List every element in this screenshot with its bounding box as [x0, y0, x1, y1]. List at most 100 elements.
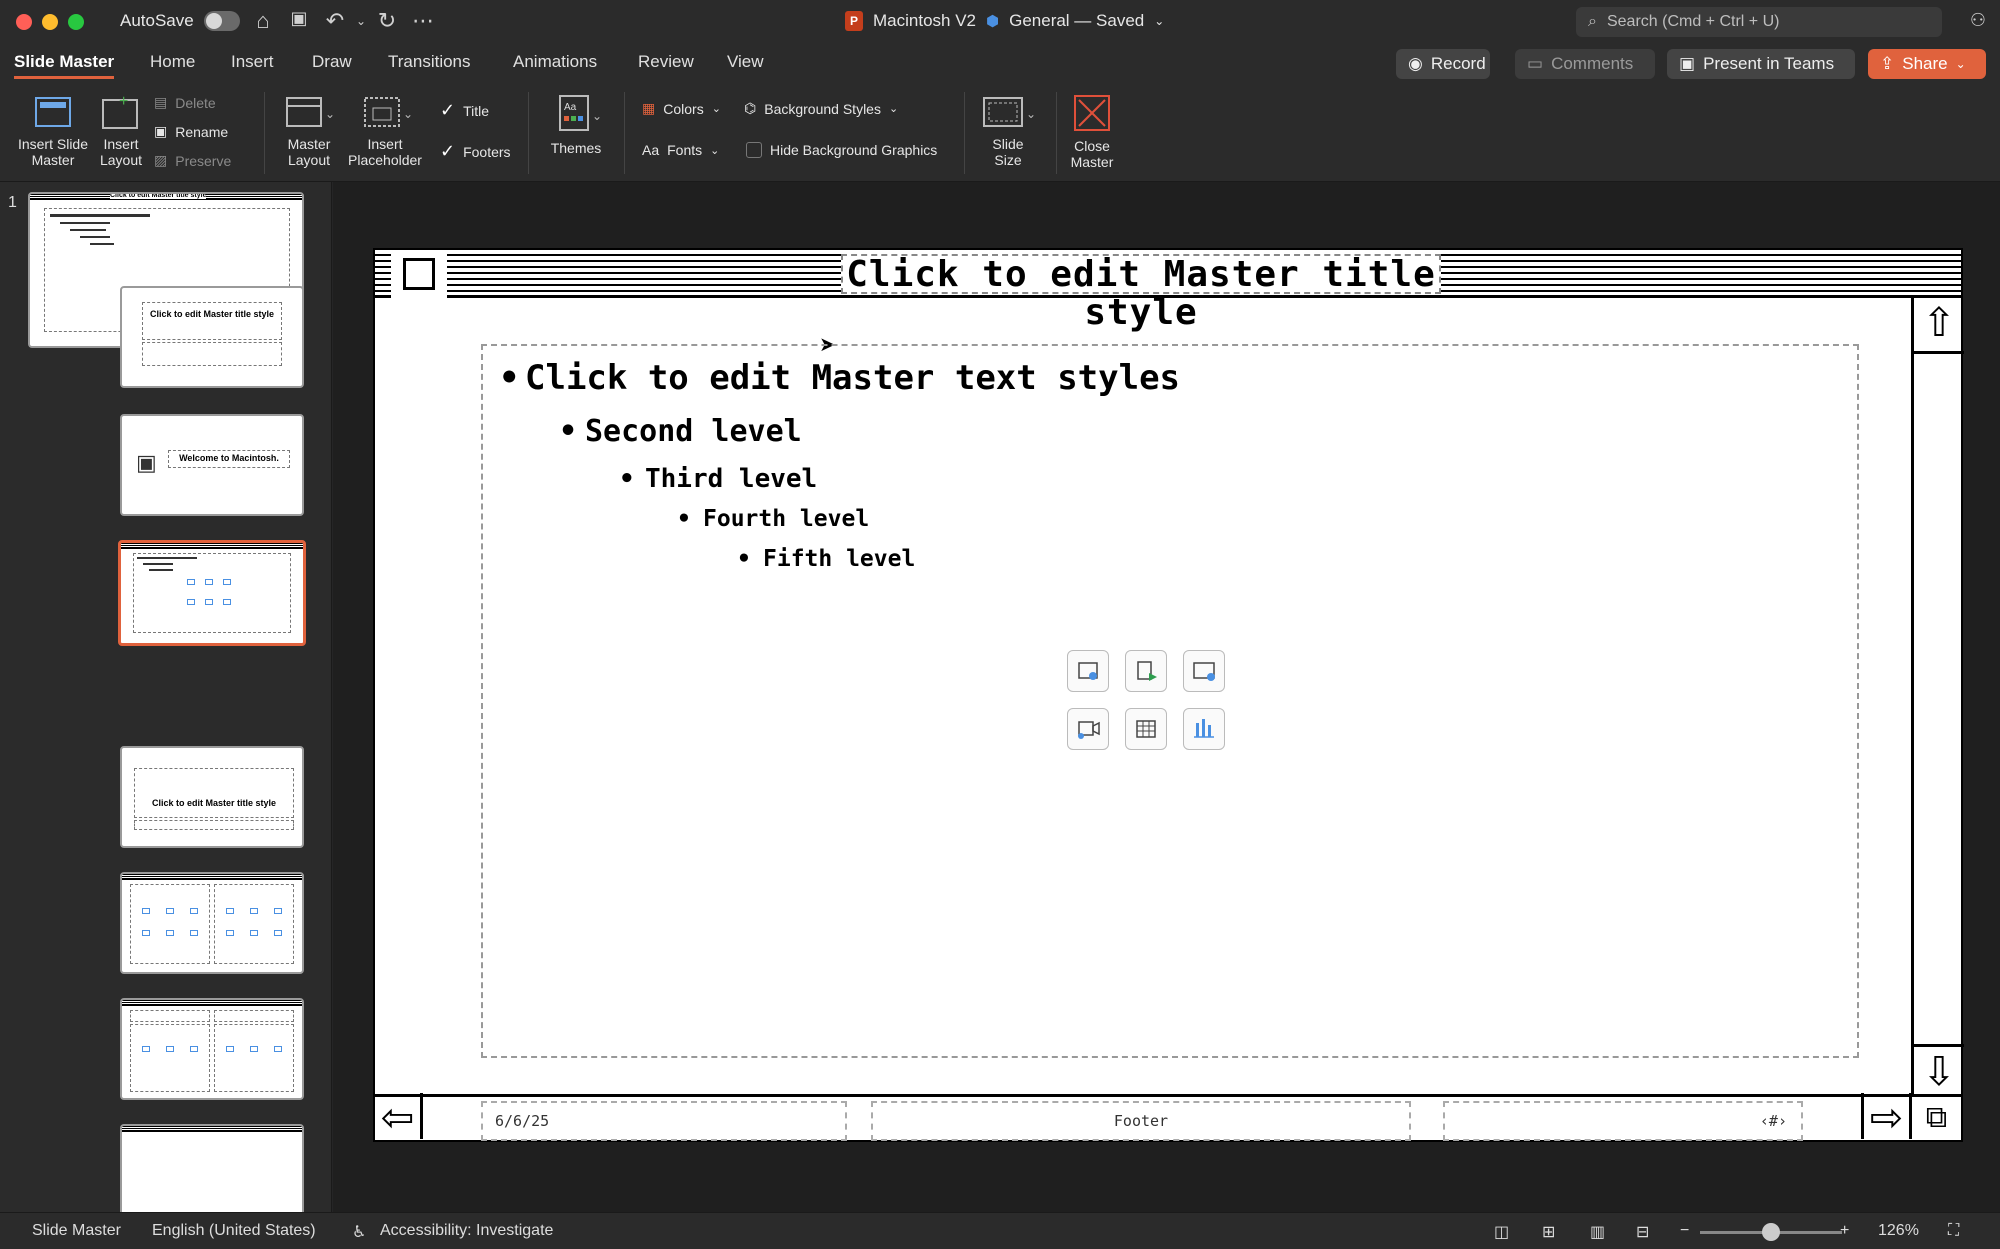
- document-title[interactable]: P Macintosh V2 ⬢ General — Saved ⌄: [845, 11, 1164, 31]
- insert-stock-image-icon[interactable]: [1183, 650, 1225, 692]
- title-checkbox[interactable]: ✓ Title: [440, 100, 489, 121]
- redo-icon[interactable]: ↻: [372, 8, 402, 34]
- master-layout-icon: ⌄: [286, 97, 335, 127]
- tab-insert[interactable]: Insert: [231, 52, 274, 72]
- tab-slide-master[interactable]: Slide Master: [14, 52, 115, 79]
- reading-view-icon[interactable]: ▥: [1590, 1222, 1605, 1242]
- insert-table-icon[interactable]: [1125, 708, 1167, 750]
- fit-to-window-icon[interactable]: ⛶: [1948, 1222, 1959, 1240]
- footer-placeholder[interactable]: Footer: [871, 1101, 1411, 1141]
- zoom-out-icon[interactable]: −: [1680, 1222, 1689, 1240]
- search-input[interactable]: ⌕ Search (Cmd + Ctrl + U): [1576, 7, 1942, 37]
- slide-show-icon[interactable]: ⊟: [1636, 1222, 1649, 1242]
- thumb-content-icon: [166, 908, 174, 914]
- mac-icon: ▣: [136, 450, 157, 475]
- hide-background-graphics-checkbox[interactable]: Hide Background Graphics: [746, 142, 937, 158]
- save-status: General — Saved: [1009, 11, 1145, 30]
- thumb-content-icon: [274, 930, 282, 936]
- share-icon: ⇪: [1880, 54, 1895, 73]
- thumbnail-welcome-slide[interactable]: ▣ Welcome to Macintosh.: [120, 414, 304, 516]
- insert-video-icon[interactable]: [1067, 708, 1109, 750]
- slide-thumbnail-panel[interactable]: 1 Click to edit Master title style Click…: [0, 182, 332, 1212]
- body-placeholder[interactable]: Click to edit Master text styles Second …: [481, 344, 1859, 1058]
- account-icon[interactable]: ⚇: [1970, 10, 1986, 31]
- divider: [624, 92, 625, 174]
- footers-checkbox[interactable]: ✓ Footers: [440, 141, 511, 162]
- colors-dropdown[interactable]: ▦ Colors ⌄: [642, 100, 721, 117]
- title-placeholder[interactable]: Click to edit Master title style: [841, 254, 1441, 332]
- label: Slide: [992, 136, 1024, 152]
- record-icon: ◉: [1408, 54, 1423, 73]
- close-master-button[interactable]: Close Master: [1064, 94, 1120, 170]
- autosave-toggle[interactable]: [203, 11, 240, 31]
- slide-size-button[interactable]: ⌄ Slide Size: [976, 94, 1040, 168]
- thumb-content-icon: [190, 930, 198, 936]
- thumb-content-icon: [250, 930, 258, 936]
- ribbon: Insert Slide Master + Insert Layout ▤ De…: [0, 86, 2000, 182]
- record-button[interactable]: ◉ Record: [1396, 49, 1490, 79]
- zoom-slider-handle[interactable]: [1762, 1223, 1780, 1241]
- save-icon[interactable]: ▣: [284, 8, 314, 29]
- thumbnail-comparison[interactable]: [120, 998, 304, 1100]
- title-bar: AutoSave ⌂ ▣ ↶ ⌄ ↻ ⋯ P Macintosh V2 ⬢ Ge…: [0, 0, 2000, 44]
- more-icon[interactable]: ⋯: [408, 8, 438, 34]
- present-in-teams-button[interactable]: ▣ Present in Teams: [1667, 49, 1855, 79]
- label: Close: [1074, 138, 1110, 154]
- tab-draw[interactable]: Draw: [312, 52, 352, 72]
- delete-button[interactable]: ▤ Delete: [154, 94, 216, 111]
- insert-layout-button[interactable]: + Insert Layout: [96, 94, 146, 168]
- normal-view-icon[interactable]: ◫: [1494, 1222, 1509, 1242]
- thumbnail-title-slide[interactable]: Click to edit Master title style: [120, 286, 304, 388]
- thumb-content-icon: [226, 908, 234, 914]
- search-icon: ⌕: [1588, 13, 1597, 30]
- divider: [964, 92, 965, 174]
- chevron-down-icon: ⌄: [710, 144, 720, 157]
- tab-home[interactable]: Home: [150, 52, 195, 72]
- home-icon[interactable]: ⌂: [248, 8, 278, 34]
- thumbnail-title-only[interactable]: [120, 1124, 304, 1212]
- insert-placeholder-button[interactable]: ⌄ Insert Placeholder: [344, 94, 426, 168]
- insert-picture-icon[interactable]: [1067, 650, 1109, 692]
- insert-chart-icon[interactable]: [1183, 708, 1225, 750]
- text-level-1: Click to edit Master text styles: [499, 358, 1180, 398]
- thumb-line: [80, 236, 110, 238]
- master-layout-button[interactable]: ⌄ Master Layout: [276, 94, 342, 168]
- slide-canvas[interactable]: Click to edit Master title style ➤ Click…: [333, 182, 2000, 1212]
- tab-transitions[interactable]: Transitions: [388, 52, 471, 72]
- tab-review[interactable]: Review: [638, 52, 694, 72]
- tab-view[interactable]: View: [727, 52, 764, 72]
- thumb-titlebar: [122, 1000, 302, 1006]
- thumb-content-icon: [226, 1046, 234, 1052]
- shield-icon: ⬢: [986, 13, 1000, 30]
- slide-master-layout[interactable]: Click to edit Master title style ➤ Click…: [373, 248, 1964, 1142]
- background-styles-dropdown[interactable]: ⌬ Background Styles ⌄: [744, 100, 898, 117]
- close-window-button[interactable]: [16, 14, 32, 30]
- zoom-level[interactable]: 126%: [1878, 1222, 1919, 1240]
- accessibility-button[interactable]: Accessibility: Investigate: [380, 1222, 553, 1240]
- tab-animations[interactable]: Animations: [513, 52, 597, 72]
- thumb-left-placeholder: [130, 884, 210, 964]
- preserve-button[interactable]: ▨ Preserve: [154, 152, 231, 169]
- date-placeholder[interactable]: 6/6/25: [481, 1101, 847, 1141]
- svg-text:Aa: Aa: [564, 102, 577, 113]
- mac-close-box-icon: [403, 258, 435, 290]
- thumbnail-title-and-content[interactable]: [118, 540, 306, 646]
- language-button[interactable]: English (United States): [152, 1222, 316, 1240]
- comments-button[interactable]: ▭ Comments: [1515, 49, 1655, 79]
- thumb-left-placeholder: [130, 1024, 210, 1092]
- insert-smartart-icon[interactable]: [1125, 650, 1167, 692]
- zoom-window-button[interactable]: [68, 14, 84, 30]
- thumbnail-section-header[interactable]: Click to edit Master title style: [120, 746, 304, 848]
- rename-button[interactable]: ▣ Rename: [154, 123, 228, 140]
- themes-button[interactable]: Aa ⌄ Themes: [544, 94, 608, 156]
- label: Master: [1070, 154, 1114, 170]
- share-button[interactable]: ⇪ Share ⌄: [1868, 49, 1986, 79]
- fonts-dropdown[interactable]: Aa Fonts ⌄: [642, 142, 719, 158]
- minimize-window-button[interactable]: [42, 14, 58, 30]
- thumbnail-two-content[interactable]: [120, 872, 304, 974]
- slide-sorter-icon[interactable]: ⊞: [1542, 1222, 1555, 1242]
- autosave-label: AutoSave: [120, 11, 194, 30]
- zoom-in-icon[interactable]: +: [1840, 1222, 1849, 1240]
- insert-slide-master-button[interactable]: Insert Slide Master: [10, 94, 96, 168]
- slide-number-placeholder[interactable]: ‹#›: [1443, 1101, 1803, 1141]
